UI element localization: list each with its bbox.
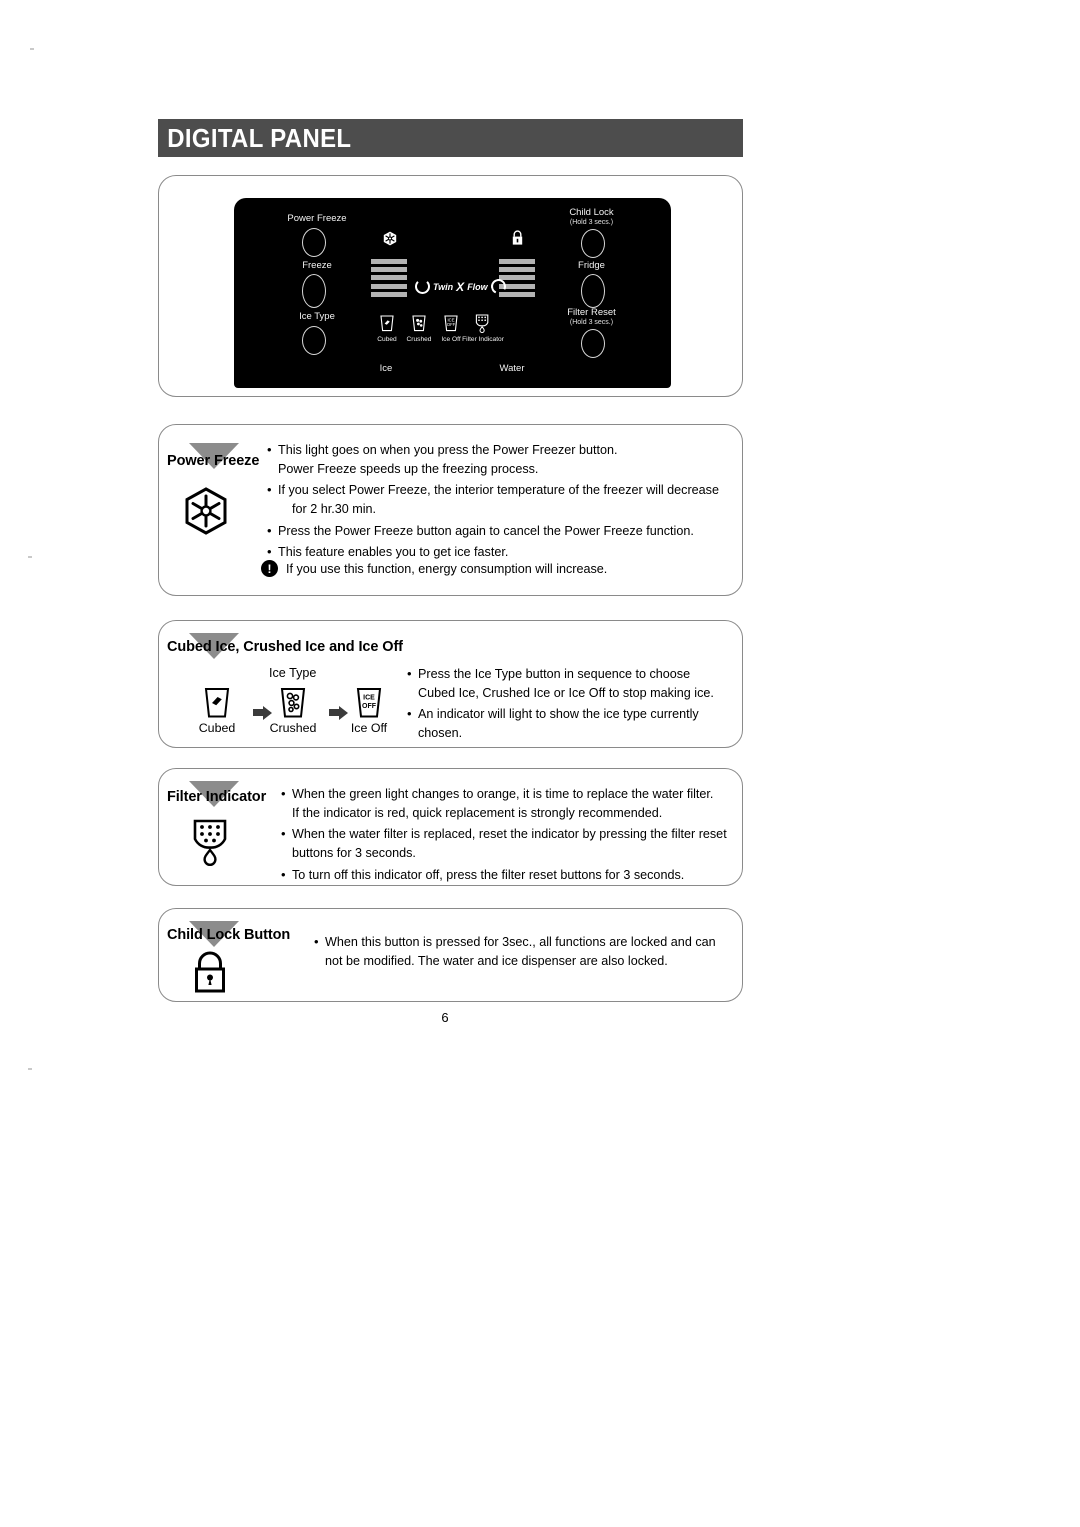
bullet-line1: If you select Power Freeze, the interior…: [278, 483, 719, 498]
power-freeze-note-text: If you use this function, energy consump…: [286, 561, 608, 576]
panel-label-freeze: Freeze: [302, 260, 332, 271]
power-freeze-tag: Power Freeze: [167, 453, 260, 469]
scan-speck: [28, 556, 32, 558]
list-item: When the water filter is replaced, reset…: [281, 824, 731, 863]
list-item: If you select Power Freeze, the interior…: [267, 480, 727, 519]
child-lock-bullets: When this button is pressed for 3sec., a…: [314, 932, 734, 973]
bullet-line1: When this button is pressed for 3sec., a…: [325, 935, 716, 949]
flow-caption: Crushed: [269, 721, 317, 735]
panel-label-power-freeze: Power Freeze: [287, 213, 347, 224]
power-freeze-note: ! If you use this function, energy consu…: [261, 560, 607, 577]
list-item: Press the Ice Type button in sequence to…: [407, 664, 727, 703]
panel-label-filter-reset-sub: (Hold 3 secs.): [569, 318, 614, 326]
list-item: To turn off this indicator off, press th…: [281, 865, 731, 885]
twin-flow-word2: Flow: [467, 281, 488, 292]
twin-flow-x: X: [456, 279, 465, 294]
padlock-icon: [511, 230, 524, 246]
filter-indicator-tag: Filter Indicator: [167, 789, 267, 805]
bullet-line1: This feature enables you to get ice fast…: [278, 544, 509, 559]
panel-label-ice-type: Ice Type: [299, 311, 335, 322]
power-freeze-bullets: This light goes on when you press the Po…: [267, 440, 727, 564]
list-item: When this button is pressed for 3sec., a…: [314, 932, 734, 971]
snowflake-icon: [383, 231, 397, 246]
bullet-line2: chosen.: [418, 726, 463, 741]
ice-type-section: Cubed Ice, Crushed Ice and Ice Off Ice T…: [158, 620, 743, 748]
panel-button-child-lock[interactable]: [581, 229, 605, 258]
bullet-line2: for 2 hr.30 min.: [292, 502, 376, 517]
ice-type-flow: Cubed Crushed ICE OFF Ice Off: [189, 687, 397, 735]
bullet-line2: If the indicator is red, quick replaceme…: [292, 806, 663, 821]
child-lock-tag: Child Lock Button: [167, 927, 291, 943]
bullet-line2: not be modified. The water and ice dispe…: [325, 954, 668, 969]
power-freeze-hex-snowflake-icon: [184, 487, 228, 535]
bullet-line2: Cubed Ice, Crushed Ice or Ice Off to sto…: [418, 686, 714, 701]
twin-flow-word1: Twin: [433, 281, 454, 292]
flow-caption: Ice Off: [350, 721, 388, 735]
panel-button-filter-reset[interactable]: [581, 329, 605, 358]
svg-text:ICE: ICE: [363, 695, 375, 702]
panel-label-child-lock-sub: (Hold 3 secs.): [569, 218, 614, 226]
page-title: DIGITAL PANEL: [167, 122, 352, 153]
list-item: This feature enables you to get ice fast…: [267, 542, 727, 562]
bullet-line1: Press the Power Freeze button again to c…: [278, 523, 694, 538]
panel-caption-filter-indicator: Filter Indicator: [462, 336, 504, 343]
flow-item-cubed: Cubed: [189, 687, 245, 735]
scan-speck: [30, 48, 34, 50]
panel-label-filter-reset: Filter Reset (Hold 3 secs.): [544, 307, 639, 327]
twin-flow-logo: Twin X Flow: [415, 276, 508, 297]
panel-button-freeze[interactable]: [302, 274, 326, 308]
flow-item-ice-off: ICE OFF Ice Off: [341, 687, 397, 735]
svg-text:OFF: OFF: [447, 322, 456, 327]
panel-indicator-crushed-icon: [411, 315, 427, 332]
panel-indicator-filter-icon: [474, 314, 491, 333]
filter-indicator-section: Filter Indicator When the green light ch…: [158, 768, 743, 886]
section-header: DIGITAL PANEL: [158, 119, 743, 157]
panel-label-filter-reset-text: Filter Reset: [567, 307, 616, 318]
panel-label-fridge: Fridge: [578, 260, 605, 271]
child-lock-section: Child Lock Button When this button is pr…: [158, 908, 743, 1002]
bullet-line1: Press the Ice Type button in sequence to…: [418, 667, 691, 681]
panel-label-ice: Ice: [379, 363, 393, 374]
list-item: Press the Power Freeze button again to c…: [267, 521, 727, 541]
list-item: An indicator will light to show the ice …: [407, 704, 727, 743]
ice-type-title: Cubed Ice, Crushed Ice and Ice Off: [167, 639, 403, 655]
flow-caption: Cubed: [198, 721, 236, 735]
control-panel-face: Power Freeze Freeze Ice Type Child Lock …: [234, 198, 671, 388]
svg-text:OFF: OFF: [362, 703, 377, 710]
bullet-line1: To turn off this indicator off, press th…: [292, 867, 685, 882]
ice-type-subtitle: Ice Type: [269, 666, 317, 680]
water-filter-icon: [189, 817, 231, 869]
bullet-line1: When the water filter is replaced, reset…: [292, 827, 727, 842]
exclamation-icon: !: [261, 560, 278, 577]
scan-speck: [28, 1068, 32, 1070]
twin-flow-ring-right: [488, 276, 508, 297]
bullet-line1: When the green light changes to orange, …: [292, 787, 714, 801]
panel-indicator-cubed-icon: [379, 315, 395, 332]
power-freeze-section: Power Freeze This light goes on when you…: [158, 424, 743, 596]
twin-flow-ring-left: [415, 279, 430, 294]
filter-indicator-bullets: When the green light changes to orange, …: [281, 784, 731, 887]
panel-label-child-lock-text: Child Lock: [569, 207, 614, 218]
bullet-line1: An indicator will light to show the ice …: [418, 707, 699, 722]
child-lock-padlock-icon: [191, 951, 229, 996]
panel-button-ice-type[interactable]: [302, 326, 326, 355]
panel-indicator-ice-off-icon: ICE OFF: [443, 315, 459, 332]
digital-panel-illustration: Power Freeze Freeze Ice Type Child Lock …: [158, 175, 743, 397]
bullet-line1: This light goes on when you press the Po…: [278, 443, 618, 457]
panel-label-water: Water: [499, 363, 525, 374]
panel-label-child-lock: Child Lock (Hold 3 secs.): [544, 207, 639, 227]
bullet-line2: Power Freeze speeds up the freezing proc…: [278, 462, 539, 477]
panel-button-power-freeze[interactable]: [302, 228, 326, 257]
list-item: This light goes on when you press the Po…: [267, 440, 727, 479]
flow-item-crushed: Crushed: [265, 687, 321, 735]
temperature-bars-left: [371, 259, 407, 297]
ice-type-bullets: Press the Ice Type button in sequence to…: [407, 664, 727, 746]
panel-button-fridge[interactable]: [581, 274, 605, 308]
page-number: 6: [441, 1010, 449, 1025]
list-item: When the green light changes to orange, …: [281, 784, 731, 823]
bullet-line2: buttons for 3 seconds.: [292, 846, 416, 861]
